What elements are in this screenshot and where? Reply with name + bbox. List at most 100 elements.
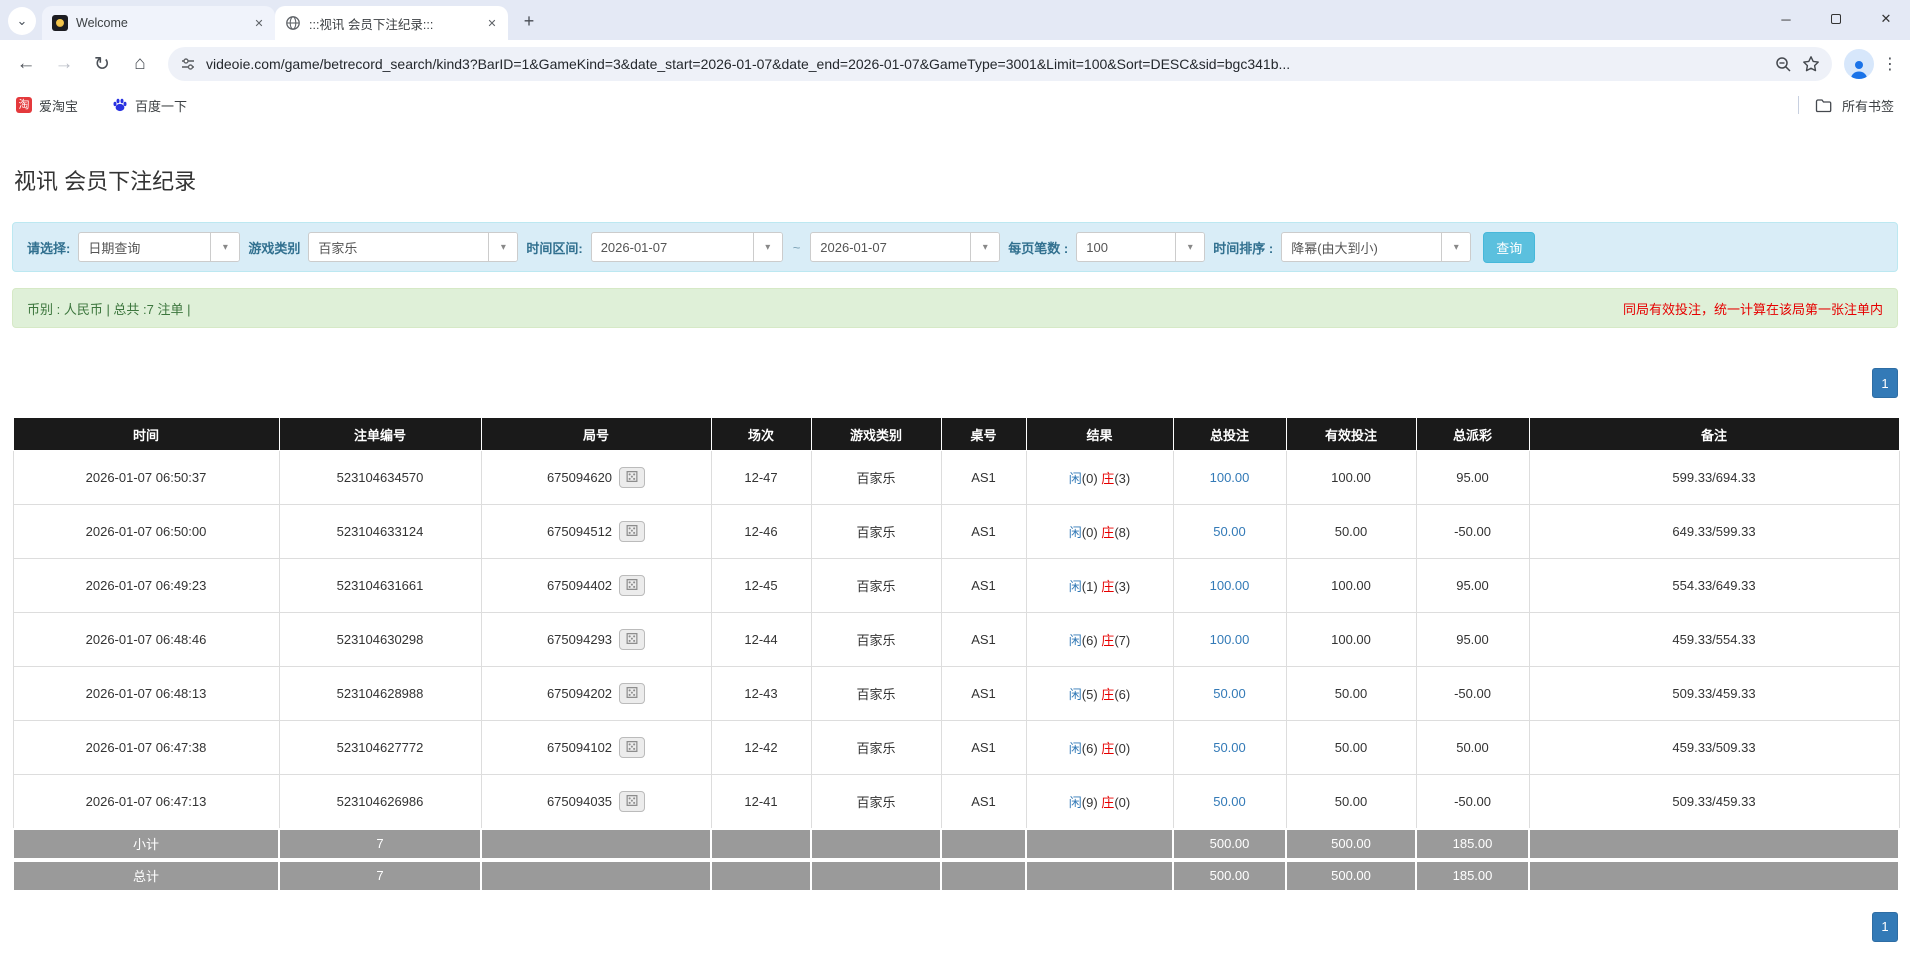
- close-tab-icon[interactable]: ✕: [251, 15, 267, 31]
- chevron-down-icon[interactable]: ▾: [488, 233, 518, 261]
- table-head: 时间 注单编号 局号 场次 游戏类别 桌号 结果 总投注 有效投注 总派彩 备注: [12, 417, 1900, 451]
- footer-cell: 500.00: [1285, 857, 1417, 892]
- bookmark-taobao[interactable]: 淘 爱淘宝: [16, 96, 78, 115]
- browser-toolbar: ← → ↻ ⌂ videoie.com/game/betrecord_searc…: [0, 40, 1910, 88]
- cell-bet-id: 523104630298: [278, 612, 482, 667]
- banker-score: (0): [1114, 741, 1131, 756]
- player-score: (0): [1081, 471, 1102, 486]
- cell-table-no: AS1: [940, 450, 1027, 505]
- chevron-down-icon: ⌄: [16, 13, 28, 28]
- cell-bet-id: 523104627772: [278, 720, 482, 775]
- tab-betrecord[interactable]: :::视讯 会员下注纪录::: ✕: [275, 6, 508, 40]
- sort-label: 时间排序 :: [1213, 240, 1274, 256]
- cell-payout: 95.00: [1415, 612, 1530, 667]
- all-bookmarks[interactable]: 所有书签: [1797, 96, 1894, 115]
- zoom-icon[interactable]: [1775, 56, 1792, 73]
- total-bet-link[interactable]: 50.00: [1213, 524, 1246, 539]
- tab-welcome[interactable]: Welcome ✕: [42, 6, 275, 40]
- reload-button[interactable]: ↻: [86, 48, 118, 80]
- chevron-down-icon[interactable]: ▾: [1441, 233, 1471, 261]
- address-bar[interactable]: videoie.com/game/betrecord_search/kind3?…: [168, 47, 1832, 81]
- round-result-button[interactable]: ⚄: [619, 521, 646, 542]
- player-result: 闲: [1068, 471, 1082, 486]
- browser-menu-button[interactable]: ⋮: [1880, 49, 1900, 79]
- bookmark-star-icon[interactable]: [1802, 55, 1820, 73]
- sort-select[interactable]: 降幂(由大到小) ▾: [1281, 232, 1472, 262]
- banker-result: 庄: [1101, 633, 1115, 648]
- currency-summary: 币别 : 人民币 | 总共 :7 注单 |: [27, 301, 191, 317]
- banker-score: (6): [1114, 687, 1131, 702]
- round-result-button[interactable]: ⚄: [619, 467, 646, 488]
- profile-avatar[interactable]: [1844, 49, 1874, 79]
- tab-search-button[interactable]: ⌄: [8, 7, 36, 35]
- footer-cell: [940, 827, 1027, 861]
- cell-time: 2026-01-07 06:50:00: [12, 504, 280, 559]
- total-bet-link[interactable]: 50.00: [1213, 686, 1246, 701]
- player-score: (5): [1081, 687, 1102, 702]
- dice-icon: ⚄: [625, 631, 639, 648]
- round-result-button[interactable]: ⚄: [619, 737, 646, 758]
- total-bet-link[interactable]: 100.00: [1210, 470, 1250, 485]
- cell-time: 2026-01-07 06:47:38: [12, 720, 280, 775]
- footer-cell: 185.00: [1415, 827, 1530, 861]
- round-result-button[interactable]: ⚄: [619, 683, 646, 704]
- home-button[interactable]: ⌂: [124, 48, 156, 80]
- round-number: 675094293: [546, 632, 613, 647]
- chevron-down-icon[interactable]: ▾: [752, 233, 782, 261]
- close-window-button[interactable]: ✕: [1870, 5, 1902, 33]
- cell-bet-id: 523104626986: [278, 774, 482, 829]
- total-bet-link[interactable]: 100.00: [1210, 578, 1250, 593]
- round-result-button[interactable]: ⚄: [619, 575, 646, 596]
- cell-total-bet: 50.00: [1172, 720, 1287, 775]
- column-header: 结果: [1025, 417, 1174, 451]
- bet-records-table: 时间 注单编号 局号 场次 游戏类别 桌号 结果 总投注 有效投注 总派彩 备注 2026-01-0…: [12, 417, 1900, 892]
- close-tab-icon[interactable]: ✕: [484, 15, 500, 31]
- total-bet-link[interactable]: 100.00: [1210, 632, 1250, 647]
- maximize-button[interactable]: [1820, 5, 1852, 33]
- cell-bet-id: 523104631661: [278, 558, 482, 613]
- chevron-down-icon[interactable]: ▾: [1175, 233, 1205, 261]
- cell-bet-id: 523104628988: [278, 666, 482, 721]
- cell-table-no: AS1: [940, 558, 1027, 613]
- cell-note: 459.33/509.33: [1528, 720, 1900, 775]
- per-page-select[interactable]: 100 ▾: [1076, 232, 1206, 262]
- minimize-button[interactable]: ─: [1770, 5, 1802, 33]
- chevron-down-icon[interactable]: ▾: [970, 233, 1000, 261]
- round-result-button[interactable]: ⚄: [619, 629, 646, 650]
- back-button[interactable]: ←: [10, 48, 42, 80]
- column-header: 游戏类别: [810, 417, 942, 451]
- site-settings-icon[interactable]: [180, 56, 196, 72]
- table-row: 2026-01-07 06:47:13 523104626986 675094035…: [12, 774, 1900, 829]
- cell-result: 闲(6) 庄(7): [1025, 612, 1174, 667]
- cell-valid-bet: 50.00: [1285, 504, 1417, 559]
- round-number: 675094035: [546, 793, 613, 809]
- cell-table-no: AS1: [940, 612, 1027, 667]
- column-header: 备注: [1528, 417, 1900, 451]
- sort-value: 降幂(由大到小): [1291, 240, 1378, 256]
- banker-result: 庄: [1101, 794, 1115, 810]
- date-start-select[interactable]: 2026-01-07 ▾: [590, 232, 783, 262]
- query-type-select[interactable]: 日期查询 ▾: [78, 232, 241, 262]
- welcome-favicon-icon: [52, 15, 68, 31]
- footer-cell: 总计: [12, 857, 280, 892]
- total-bet-link[interactable]: 50.00: [1213, 794, 1246, 809]
- cell-total-bet: 50.00: [1172, 774, 1287, 829]
- page-1-button[interactable]: 1: [1872, 368, 1898, 398]
- search-button[interactable]: 查询: [1483, 231, 1536, 263]
- page-1-button[interactable]: 1: [1872, 911, 1898, 942]
- cell-round-id: 675094620 ⚄: [480, 450, 712, 505]
- new-tab-button[interactable]: +: [516, 8, 542, 34]
- url-text[interactable]: videoie.com/game/betrecord_search/kind3?…: [206, 56, 1765, 72]
- bookmark-baidu[interactable]: 百度一下: [112, 96, 187, 115]
- date-end-select[interactable]: 2026-01-07 ▾: [810, 232, 1001, 262]
- cell-game-kind: 百家乐: [810, 774, 942, 829]
- game-kind-select[interactable]: 百家乐 ▾: [308, 232, 519, 262]
- chevron-down-icon[interactable]: ▾: [210, 233, 240, 261]
- total-bet-link[interactable]: 50.00: [1213, 740, 1246, 755]
- tilde-separator: ~: [792, 239, 801, 255]
- divider: [1797, 96, 1799, 114]
- round-result-button[interactable]: ⚄: [619, 790, 646, 812]
- cell-payout: -50.00: [1415, 774, 1530, 829]
- forward-button[interactable]: →: [48, 48, 80, 80]
- cell-bet-id: 523104634570: [278, 450, 482, 505]
